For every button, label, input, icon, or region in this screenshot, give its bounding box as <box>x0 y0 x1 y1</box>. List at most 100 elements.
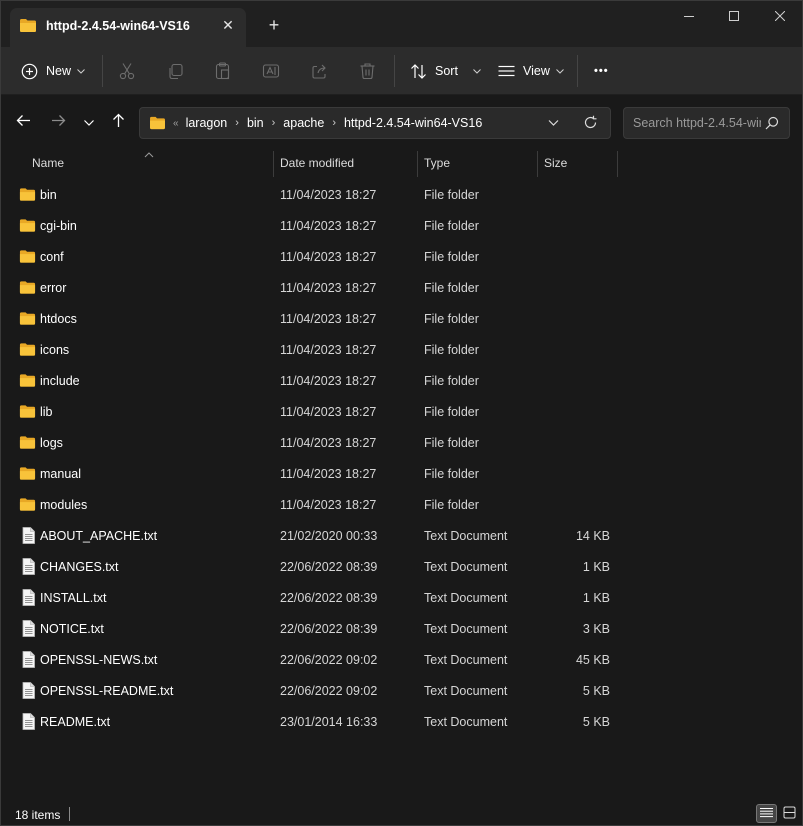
file-name: logs <box>40 436 63 450</box>
forward-button[interactable] <box>47 111 69 133</box>
folder-icon <box>19 373 36 391</box>
file-row[interactable]: htdocs 11/04/2023 18:27 File folder <box>1 304 802 335</box>
file-name: lib <box>40 405 53 419</box>
minimize-icon[interactable] <box>676 7 702 27</box>
new-button[interactable]: New <box>21 57 85 85</box>
refresh-icon[interactable] <box>583 115 598 133</box>
search-icon[interactable] <box>765 116 779 133</box>
share-button[interactable] <box>311 57 329 85</box>
file-row[interactable]: icons 11/04/2023 18:27 File folder <box>1 335 802 366</box>
file-row[interactable]: ABOUT_APACHE.txt 21/02/2020 00:33 Text D… <box>1 521 802 552</box>
file-date-modified: 11/04/2023 18:27 <box>280 498 377 512</box>
file-name: INSTALL.txt <box>40 591 107 605</box>
tab-current-folder[interactable]: httpd-2.4.54-win64-VS16 ✕ <box>10 8 246 47</box>
column-divider[interactable] <box>273 151 274 177</box>
sort-button-label: Sort <box>435 64 458 78</box>
close-window-icon[interactable] <box>767 7 793 27</box>
folder-icon <box>19 311 36 329</box>
cut-button[interactable] <box>118 57 136 85</box>
file-date-modified: 11/04/2023 18:27 <box>280 281 377 295</box>
breadcrumb-httpd[interactable]: httpd-2.4.54-win64-VS16 <box>344 116 482 130</box>
view-button[interactable]: View <box>498 57 564 85</box>
column-header-name[interactable]: Name <box>32 156 64 170</box>
file-size: 5 KB <box>582 715 610 729</box>
maximize-icon[interactable] <box>721 7 747 27</box>
column-header-type[interactable]: Type <box>424 156 450 170</box>
folder-icon <box>19 218 36 236</box>
file-date-modified: 22/06/2022 08:39 <box>280 560 378 574</box>
chevron-right-icon[interactable]: › <box>272 117 276 129</box>
back-button[interactable] <box>12 111 34 133</box>
tiles-view-button[interactable] <box>779 804 800 823</box>
column-divider[interactable] <box>617 151 618 177</box>
file-type: Text Document <box>424 591 508 605</box>
file-row[interactable]: include 11/04/2023 18:27 File folder <box>1 366 802 397</box>
file-name: cgi-bin <box>40 219 77 233</box>
file-type: File folder <box>424 498 479 512</box>
address-history-chevron-icon[interactable] <box>548 117 559 131</box>
paste-button[interactable] <box>214 57 231 85</box>
up-button[interactable] <box>107 111 129 133</box>
breadcrumb-apache[interactable]: apache <box>283 116 324 130</box>
file-date-modified: 11/04/2023 18:27 <box>280 219 377 233</box>
search-input[interactable]: Search httpd-2.4.54-win64-VS16 <box>623 107 790 139</box>
column-header-row: Name Date modified Type Size <box>1 147 802 181</box>
file-row[interactable]: bin 11/04/2023 18:27 File folder <box>1 180 802 211</box>
file-row[interactable]: modules 11/04/2023 18:27 File folder <box>1 490 802 521</box>
breadcrumb-laragon[interactable]: laragon <box>186 116 228 130</box>
text-file-icon <box>21 651 36 671</box>
chevron-right-icon[interactable]: › <box>332 117 336 129</box>
plus-circle-icon <box>21 63 38 80</box>
text-file-icon <box>21 620 36 640</box>
file-date-modified: 22/06/2022 09:02 <box>280 684 378 698</box>
file-date-modified: 11/04/2023 18:27 <box>280 188 377 202</box>
tiles-view-icon <box>783 806 796 822</box>
sort-button[interactable]: Sort <box>410 57 481 85</box>
breadcrumb-overflow[interactable]: « <box>173 118 179 129</box>
file-row[interactable]: README.txt 23/01/2014 16:33 Text Documen… <box>1 707 802 738</box>
file-type: Text Document <box>424 560 508 574</box>
chevron-down-icon <box>473 68 481 74</box>
file-date-modified: 21/02/2020 00:33 <box>280 529 378 543</box>
file-row[interactable]: cgi-bin 11/04/2023 18:27 File folder <box>1 211 802 242</box>
file-row[interactable]: logs 11/04/2023 18:27 File folder <box>1 428 802 459</box>
file-row[interactable]: error 11/04/2023 18:27 File folder <box>1 273 802 304</box>
file-type: Text Document <box>424 622 508 636</box>
file-row[interactable]: NOTICE.txt 22/06/2022 08:39 Text Documen… <box>1 614 802 645</box>
rename-button[interactable] <box>262 57 280 85</box>
file-row[interactable]: INSTALL.txt 22/06/2022 08:39 Text Docume… <box>1 583 802 614</box>
column-divider[interactable] <box>537 151 538 177</box>
address-bar[interactable]: « laragon › bin › apache › httpd-2.4.54-… <box>139 107 611 139</box>
status-bar: 18 items <box>1 801 802 825</box>
copy-button[interactable] <box>167 57 184 85</box>
file-type: Text Document <box>424 715 508 729</box>
file-row[interactable]: lib 11/04/2023 18:27 File folder <box>1 397 802 428</box>
file-row[interactable]: conf 11/04/2023 18:27 File folder <box>1 242 802 273</box>
close-tab-icon[interactable]: ✕ <box>218 15 238 35</box>
file-row[interactable]: OPENSSL-NEWS.txt 22/06/2022 09:02 Text D… <box>1 645 802 676</box>
recent-locations-button[interactable] <box>78 111 100 133</box>
column-header-date[interactable]: Date modified <box>280 156 354 170</box>
file-name: NOTICE.txt <box>40 622 104 636</box>
breadcrumb-bin[interactable]: bin <box>247 116 264 130</box>
file-explorer-window: httpd-2.4.54-win64-VS16 ✕ + New Sort Vie… <box>0 0 803 826</box>
file-name: conf <box>40 250 64 264</box>
file-type: File folder <box>424 219 479 233</box>
column-divider[interactable] <box>417 151 418 177</box>
file-type: File folder <box>424 312 479 326</box>
file-row[interactable]: OPENSSL-README.txt 22/06/2022 09:02 Text… <box>1 676 802 707</box>
delete-button[interactable] <box>359 57 376 85</box>
file-row[interactable]: manual 11/04/2023 18:27 File folder <box>1 459 802 490</box>
column-header-size[interactable]: Size <box>544 156 567 170</box>
file-type: File folder <box>424 250 479 264</box>
more-options-button[interactable]: ••• <box>594 57 609 85</box>
chevron-right-icon[interactable]: › <box>235 117 239 129</box>
file-name: ABOUT_APACHE.txt <box>40 529 158 543</box>
new-tab-button[interactable]: + <box>263 14 285 36</box>
clipboard-icon <box>214 62 231 80</box>
file-size: 14 KB <box>575 529 610 543</box>
folder-icon <box>19 435 36 453</box>
file-row[interactable]: CHANGES.txt 22/06/2022 08:39 Text Docume… <box>1 552 802 583</box>
details-view-button[interactable] <box>756 804 777 823</box>
file-date-modified: 11/04/2023 18:27 <box>280 436 377 450</box>
